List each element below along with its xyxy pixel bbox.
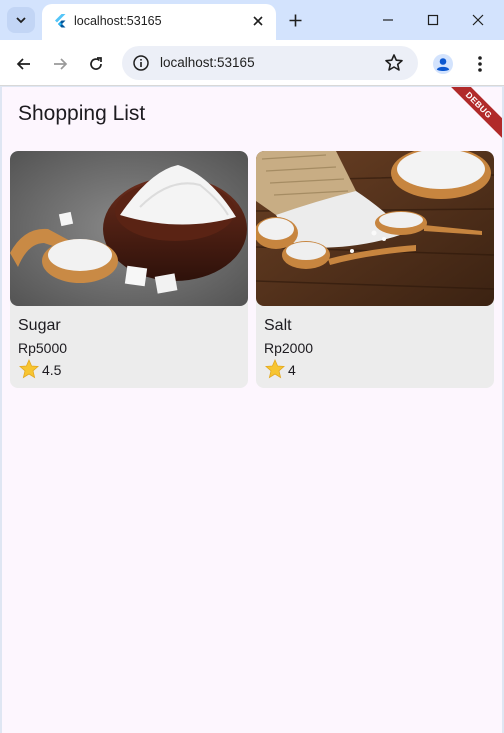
back-button[interactable] — [11, 51, 37, 77]
kebab-menu-icon — [478, 56, 482, 72]
star-icon — [265, 359, 285, 379]
page-title: Shopping List — [18, 102, 146, 125]
person-icon — [433, 54, 453, 74]
close-window-button[interactable] — [466, 8, 490, 32]
product-rating: 4.5 — [42, 362, 62, 378]
tab-strip: localhost:53165 — [0, 0, 504, 40]
close-icon — [253, 16, 263, 26]
tab-search-button[interactable] — [7, 7, 35, 33]
arrow-left-icon — [16, 58, 30, 70]
debug-banner: DEBUG — [438, 87, 502, 146]
sugar-photo — [10, 151, 248, 306]
plus-icon — [289, 14, 301, 26]
browser-tab[interactable]: localhost:53165 — [42, 4, 276, 40]
reload-button[interactable] — [83, 51, 109, 77]
product-rating: 4 — [288, 362, 296, 378]
product-card-sugar[interactable]: Sugar Rp5000 4.5 — [10, 151, 248, 388]
star-outline-icon[interactable] — [384, 53, 404, 73]
tab-title: localhost:53165 — [74, 14, 162, 28]
app-viewport: Shopping List DEBUG Sugar Rp5000 4.5 Sal… — [2, 87, 502, 733]
new-tab-button[interactable] — [284, 9, 306, 31]
reload-icon — [90, 57, 102, 70]
forward-button[interactable] — [47, 51, 73, 77]
product-name: Salt — [264, 317, 292, 334]
flutter-icon — [55, 14, 66, 28]
arrow-right-icon — [54, 58, 68, 70]
star-icon — [19, 359, 39, 379]
browser-menu-button[interactable] — [468, 51, 492, 77]
browser-toolbar: localhost:53165 — [0, 40, 504, 86]
profile-button[interactable] — [430, 51, 456, 77]
address-bar[interactable]: localhost:53165 — [122, 46, 418, 80]
maximize-icon — [427, 14, 439, 26]
product-price: Rp5000 — [18, 340, 68, 356]
tab-close-button[interactable] — [248, 11, 268, 31]
product-name: Sugar — [18, 317, 61, 334]
chevron-down-icon — [16, 17, 26, 24]
url-text[interactable]: localhost:53165 — [160, 55, 255, 70]
close-icon — [472, 14, 484, 26]
info-icon[interactable] — [132, 54, 150, 72]
minimize-button[interactable] — [376, 8, 400, 32]
product-price: Rp2000 — [264, 340, 314, 356]
minimize-icon — [383, 19, 393, 21]
salt-photo — [256, 151, 494, 306]
product-card-salt[interactable]: Salt Rp2000 4 — [256, 151, 494, 388]
maximize-button[interactable] — [421, 8, 445, 32]
